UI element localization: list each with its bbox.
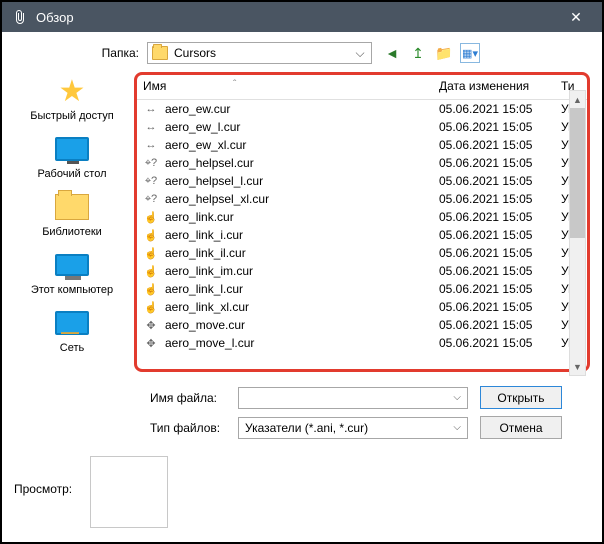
computer-icon [55,254,89,276]
file-name: aero_ew_l.cur [165,120,439,134]
libraries-icon [55,194,89,220]
file-name: aero_helpsel_xl.cur [165,192,439,206]
scrollbar-thumb[interactable] [570,108,585,238]
column-header-date[interactable]: Дата изменения [439,79,561,93]
cursor-icon: ☝ [143,264,159,278]
close-button[interactable]: ✕ [554,2,598,32]
cursor-icon: ☝ [143,246,159,260]
file-name: aero_link_il.cur [165,246,439,260]
cursor-icon: ⌖? [143,156,159,170]
up-button[interactable]: ↥ [408,43,428,63]
file-date: 05.06.2021 15:05 [439,138,561,152]
title-bar: Обзор ✕ [2,2,602,32]
file-date: 05.06.2021 15:05 [439,156,561,170]
filetype-label: Тип файлов: [150,421,238,435]
file-name: aero_move.cur [165,318,439,332]
file-row[interactable]: ✥aero_move.cur05.06.2021 15:05Ук [137,316,587,334]
file-row[interactable]: ☝aero_link_xl.cur05.06.2021 15:05Ук [137,298,587,316]
file-row[interactable]: ↔aero_ew_l.cur05.06.2021 15:05Ук [137,118,587,136]
cursor-icon: ✥ [143,336,159,350]
cursor-icon: ☝ [143,228,159,242]
file-row[interactable]: ☝aero_link.cur05.06.2021 15:05Ук [137,208,587,226]
chevron-down-icon: ⌵ [453,392,461,403]
preview-box [90,456,168,528]
network-icon [55,311,89,335]
file-name: aero_helpsel_l.cur [165,174,439,188]
preview-label: Просмотр: [14,482,86,496]
file-name: aero_ew_xl.cur [165,138,439,152]
file-row[interactable]: ⌖?aero_helpsel_l.cur05.06.2021 15:05Ук [137,172,587,190]
filename-input[interactable]: ⌵ [238,387,468,409]
chevron-down-icon: ⌵ [453,422,461,433]
folder-label: Папка: [94,46,139,60]
file-date: 05.06.2021 15:05 [439,120,561,134]
file-list[interactable]: ↔aero_ew.cur05.06.2021 15:05Ук↔aero_ew_l… [137,100,587,369]
folder-dropdown[interactable]: Cursors ⌵ [147,42,372,64]
chevron-down-icon: ⌵ [353,46,367,61]
file-row[interactable]: ⌖?aero_helpsel.cur05.06.2021 15:05Ук [137,154,587,172]
window-title: Обзор [36,10,554,25]
star-icon: ★ [59,74,86,109]
file-date: 05.06.2021 15:05 [439,228,561,242]
file-row[interactable]: ☝aero_link_im.cur05.06.2021 15:05Ук [137,262,587,280]
file-date: 05.06.2021 15:05 [439,246,561,260]
sidebar-quick-access[interactable]: ★Быстрый доступ [14,74,130,122]
file-row[interactable]: ✥aero_move_l.cur05.06.2021 15:05Ук [137,334,587,352]
file-name: aero_link_xl.cur [165,300,439,314]
column-header-name[interactable]: Имя [143,79,439,93]
folder-name: Cursors [174,46,353,60]
view-menu[interactable]: ▦▾ [460,43,480,63]
file-name: aero_helpsel.cur [165,156,439,170]
file-row[interactable]: ↔aero_ew_xl.cur05.06.2021 15:05Ук [137,136,587,154]
scrollbar[interactable]: ▲ ▼ [569,90,586,376]
file-row[interactable]: ↔aero_ew.cur05.06.2021 15:05Ук [137,100,587,118]
scroll-up-icon[interactable]: ▲ [570,91,585,108]
folder-icon [152,46,168,60]
cursor-icon: ⌖? [143,192,159,206]
file-date: 05.06.2021 15:05 [439,264,561,278]
file-date: 05.06.2021 15:05 [439,282,561,296]
back-button[interactable]: ◄ [382,43,402,63]
file-name: aero_link_l.cur [165,282,439,296]
sidebar-desktop[interactable]: Рабочий стол [14,132,130,180]
places-sidebar: ★Быстрый доступ Рабочий стол Библиотеки … [14,72,130,372]
file-name: aero_ew.cur [165,102,439,116]
cursor-icon: ↔ [143,102,159,116]
file-row[interactable]: ☝aero_link_i.cur05.06.2021 15:05Ук [137,226,587,244]
desktop-icon [55,137,89,161]
file-date: 05.06.2021 15:05 [439,174,561,188]
file-list-panel: Имя Дата изменения Ти ↔aero_ew.cur05.06.… [134,72,590,372]
file-row[interactable]: ☝aero_link_l.cur05.06.2021 15:05Ук [137,280,587,298]
cancel-button[interactable]: Отмена [480,416,562,439]
filename-label: Имя файла: [150,391,238,405]
sidebar-network[interactable]: Сеть [14,306,130,354]
file-name: aero_link_im.cur [165,264,439,278]
file-date: 05.06.2021 15:05 [439,102,561,116]
file-date: 05.06.2021 15:05 [439,336,561,350]
file-name: aero_link_i.cur [165,228,439,242]
scroll-down-icon[interactable]: ▼ [570,358,585,375]
file-row[interactable]: ☝aero_link_il.cur05.06.2021 15:05Ук [137,244,587,262]
file-name: aero_move_l.cur [165,336,439,350]
open-button[interactable]: Открыть [480,386,562,409]
cursor-icon: ↔ [143,138,159,152]
cursor-icon: ⌖? [143,174,159,188]
new-folder-button[interactable]: 📁 [434,43,454,63]
file-date: 05.06.2021 15:05 [439,210,561,224]
app-icon [14,9,28,25]
filetype-dropdown[interactable]: Указатели (*.ani, *.cur)⌵ [238,417,468,439]
cursor-icon: ☝ [143,300,159,314]
sidebar-libraries[interactable]: Библиотеки [14,190,130,238]
sidebar-this-pc[interactable]: Этот компьютер [14,248,130,296]
cursor-icon: ↔ [143,120,159,134]
file-date: 05.06.2021 15:05 [439,300,561,314]
file-row[interactable]: ⌖?aero_helpsel_xl.cur05.06.2021 15:05Ук [137,190,587,208]
file-name: aero_link.cur [165,210,439,224]
cursor-icon: ✥ [143,318,159,332]
cursor-icon: ☝ [143,210,159,224]
file-date: 05.06.2021 15:05 [439,192,561,206]
file-date: 05.06.2021 15:05 [439,318,561,332]
cursor-icon: ☝ [143,282,159,296]
